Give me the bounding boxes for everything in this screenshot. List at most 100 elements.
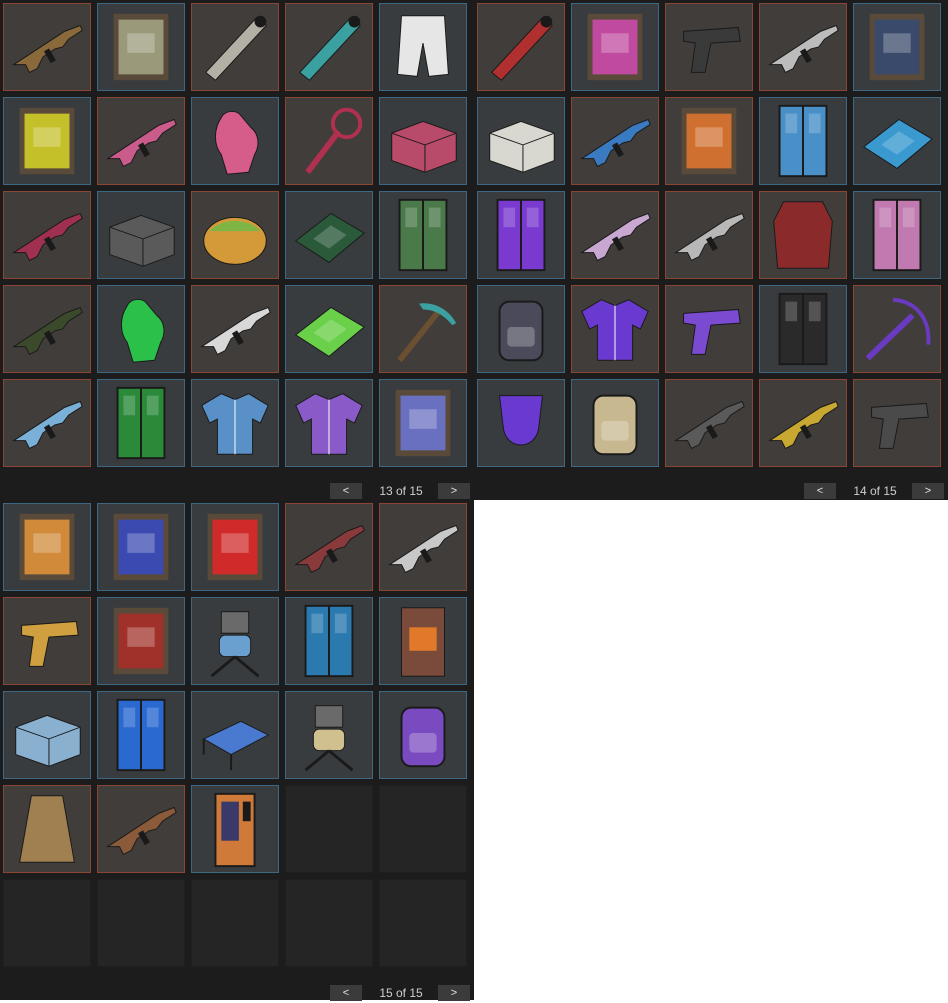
shotgun-icon	[286, 4, 372, 90]
inventory-slot[interactable]	[379, 285, 467, 373]
inventory-slot[interactable]	[191, 285, 279, 373]
inventory-slot[interactable]	[379, 379, 467, 467]
armor-icon	[760, 192, 846, 278]
inventory-slot[interactable]	[379, 191, 467, 279]
inventory-slot[interactable]	[571, 379, 659, 467]
inventory-slot[interactable]	[97, 503, 185, 591]
inventory-slot[interactable]	[759, 191, 847, 279]
locker-icon	[854, 192, 940, 278]
inventory-slot[interactable]	[97, 691, 185, 779]
empty-slot[interactable]	[191, 879, 279, 967]
inventory-slot[interactable]	[285, 3, 373, 91]
inventory-slot[interactable]	[97, 379, 185, 467]
inventory-slot[interactable]	[3, 3, 91, 91]
inventory-slot[interactable]	[477, 97, 565, 185]
inventory-slot[interactable]	[191, 97, 279, 185]
inventory-slot[interactable]	[665, 3, 753, 91]
inventory-slot[interactable]	[665, 379, 753, 467]
inventory-slot[interactable]	[97, 191, 185, 279]
shorts-icon	[380, 4, 466, 90]
inventory-slot[interactable]	[97, 3, 185, 91]
inventory-slot[interactable]	[665, 285, 753, 373]
inventory-slot[interactable]	[191, 191, 279, 279]
smg-icon	[380, 504, 466, 590]
framed-sign-icon	[380, 380, 466, 466]
inventory-slot[interactable]	[3, 379, 91, 467]
next-page-button[interactable]: >	[912, 483, 944, 499]
smg-icon	[286, 504, 372, 590]
inventory-slot[interactable]	[853, 191, 941, 279]
inventory-slot[interactable]	[571, 3, 659, 91]
inventory-slot[interactable]	[285, 191, 373, 279]
inventory-slot[interactable]	[379, 503, 467, 591]
inventory-slot[interactable]	[379, 597, 467, 685]
inventory-slot[interactable]	[665, 191, 753, 279]
pistol-icon	[666, 286, 752, 372]
box-icon	[4, 692, 90, 778]
empty-slot[interactable]	[3, 879, 91, 967]
inventory-slot[interactable]	[3, 785, 91, 873]
inventory-slot[interactable]	[571, 285, 659, 373]
framed-sign-icon	[98, 504, 184, 590]
inventory-slot[interactable]	[97, 97, 185, 185]
inventory-slot[interactable]	[285, 691, 373, 779]
inventory-slot[interactable]	[665, 97, 753, 185]
inventory-slot[interactable]	[379, 3, 467, 91]
inventory-slot[interactable]	[477, 191, 565, 279]
next-page-button[interactable]: >	[438, 985, 470, 1001]
inventory-slot[interactable]	[853, 97, 941, 185]
page-indicator: 14 of 15	[853, 484, 897, 498]
inventory-slot[interactable]	[3, 285, 91, 373]
rifle-icon	[4, 192, 90, 278]
inventory-slot[interactable]	[191, 379, 279, 467]
empty-slot[interactable]	[285, 785, 373, 873]
inventory-slot[interactable]	[191, 785, 279, 873]
inventory-slot[interactable]	[759, 379, 847, 467]
framed-sign-icon	[98, 4, 184, 90]
inventory-slot[interactable]	[3, 97, 91, 185]
inventory-slot[interactable]	[477, 379, 565, 467]
inventory-slot[interactable]	[759, 285, 847, 373]
box-icon	[380, 98, 466, 184]
item-grid	[3, 503, 471, 971]
inventory-slot[interactable]	[97, 285, 185, 373]
inventory-slot[interactable]	[285, 379, 373, 467]
inventory-slot[interactable]	[191, 503, 279, 591]
inventory-slot[interactable]	[571, 97, 659, 185]
inventory-slot[interactable]	[191, 597, 279, 685]
inventory-slot[interactable]	[571, 191, 659, 279]
inventory-slot[interactable]	[97, 785, 185, 873]
empty-slot[interactable]	[97, 879, 185, 967]
inventory-slot[interactable]	[191, 691, 279, 779]
inventory-slot[interactable]	[285, 597, 373, 685]
inventory-slot[interactable]	[853, 3, 941, 91]
box-icon	[98, 192, 184, 278]
inventory-slot[interactable]	[759, 3, 847, 91]
inventory-slot[interactable]	[191, 3, 279, 91]
inventory-slot[interactable]	[3, 503, 91, 591]
turret-icon	[286, 692, 372, 778]
inventory-slot[interactable]	[853, 285, 941, 373]
inventory-slot[interactable]	[477, 285, 565, 373]
inventory-slot[interactable]	[285, 285, 373, 373]
inventory-slot[interactable]	[3, 597, 91, 685]
empty-slot[interactable]	[379, 785, 467, 873]
inventory-slot[interactable]	[285, 503, 373, 591]
prev-page-button[interactable]: <	[330, 985, 362, 1001]
inventory-slot[interactable]	[759, 97, 847, 185]
inventory-slot[interactable]	[3, 691, 91, 779]
inventory-slot[interactable]	[379, 691, 467, 779]
inventory-slot[interactable]	[97, 597, 185, 685]
prev-page-button[interactable]: <	[330, 483, 362, 499]
next-page-button[interactable]: >	[438, 483, 470, 499]
inventory-slot[interactable]	[3, 191, 91, 279]
pistol-icon	[854, 380, 940, 466]
inventory-slot[interactable]	[285, 97, 373, 185]
empty-slot[interactable]	[285, 879, 373, 967]
pipe-launcher-icon	[478, 4, 564, 90]
empty-slot[interactable]	[379, 879, 467, 967]
inventory-slot[interactable]	[379, 97, 467, 185]
inventory-slot[interactable]	[477, 3, 565, 91]
prev-page-button[interactable]: <	[804, 483, 836, 499]
inventory-slot[interactable]	[853, 379, 941, 467]
